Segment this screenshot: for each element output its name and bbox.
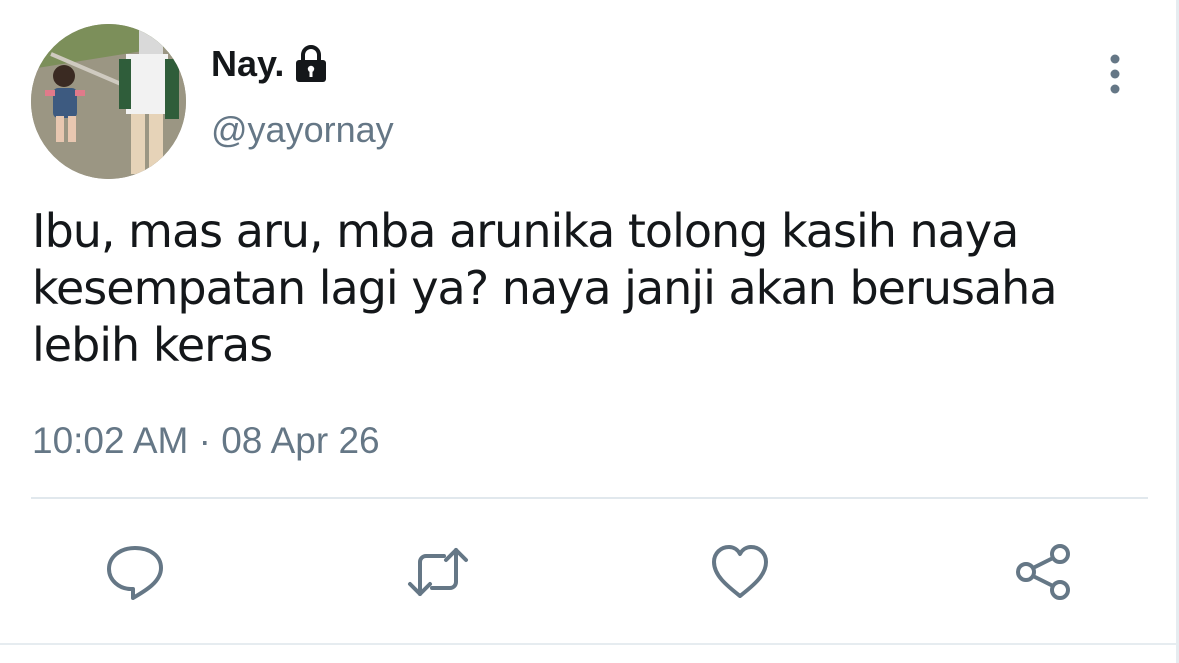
username[interactable]: @yayornay [211,108,394,152]
display-name[interactable]: Nay. [211,42,284,86]
share-button[interactable] [1012,540,1076,604]
like-button[interactable] [708,540,772,604]
avatar-photo [31,24,186,179]
bottom-border [0,643,1179,645]
retweet-icon [408,548,468,596]
divider [31,497,1148,499]
share-icon [1016,544,1070,600]
tweet-timestamp[interactable]: 10:02 AM · 08 Apr 26 [32,419,380,463]
tweet-text: Ibu, mas aru, mba arunika tolong kasih n… [32,204,1058,372]
display-name-row[interactable]: Nay. [211,42,328,86]
lock-icon [294,44,328,84]
retweet-button[interactable] [406,540,470,604]
reply-icon [107,546,163,600]
heart-icon [712,545,768,598]
reply-button[interactable] [103,540,167,604]
tweet-card: Nay. @yayornay Ibu, mas aru, mba arunika… [0,0,1179,663]
more-vertical-icon[interactable] [1100,52,1130,98]
avatar[interactable] [31,24,186,179]
